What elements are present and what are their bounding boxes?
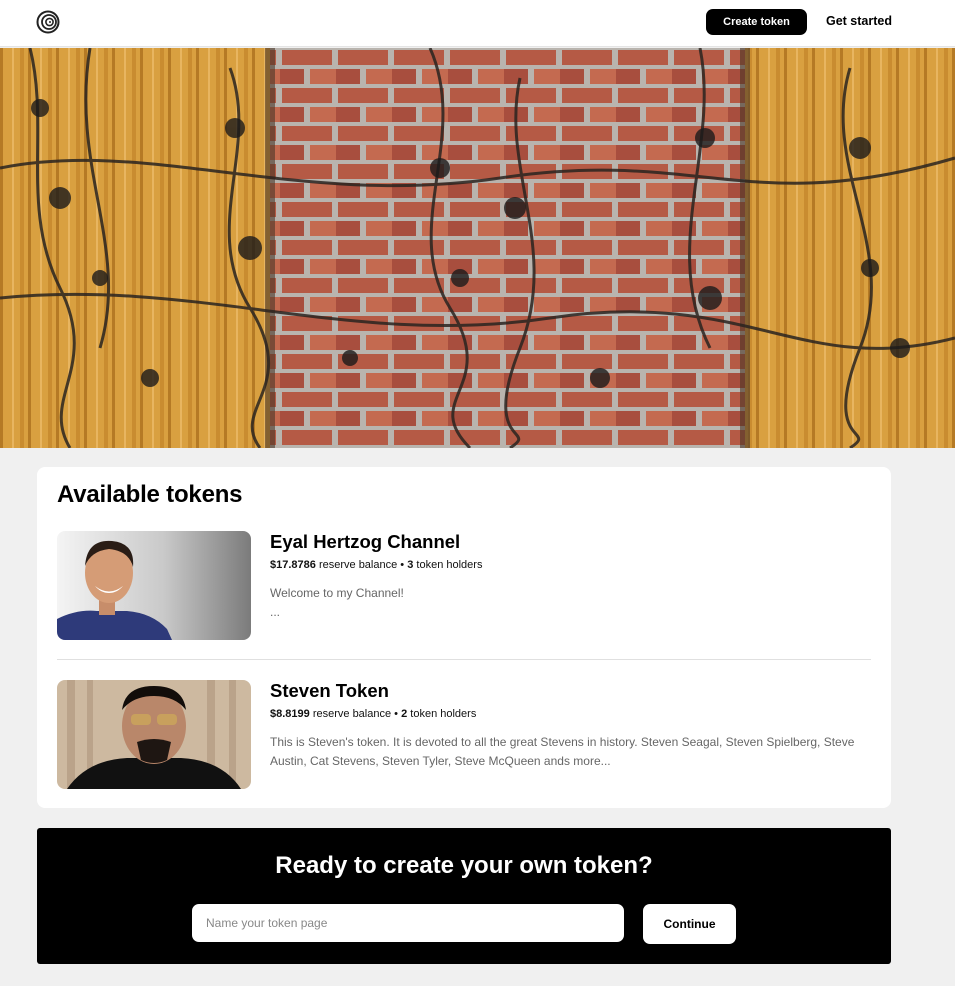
token-description: Welcome to my Channel! ... <box>270 584 870 622</box>
hero-banner-image <box>0 48 955 448</box>
continue-button[interactable]: Continue <box>643 904 736 944</box>
create-token-cta: Ready to create your own token? Continue <box>37 828 891 964</box>
available-tokens-heading: Available tokens <box>57 481 243 508</box>
token-stats: $8.8199 reserve balance • 2 token holder… <box>270 708 476 720</box>
token-name[interactable]: Eyal Hertzog Channel <box>270 531 460 553</box>
get-started-link[interactable]: Get started <box>826 14 892 28</box>
reserve-balance-label: reserve balance <box>318 559 398 571</box>
token-holders-count: 2 <box>401 708 408 720</box>
reserve-balance-label: reserve balance <box>312 708 392 720</box>
token-description-more: ... <box>270 605 281 619</box>
token-description-text: This is Steven's token. It is devoted to… <box>270 735 855 768</box>
divider <box>57 659 871 660</box>
token-holders-label: token holders <box>416 559 483 571</box>
token-thumbnail-image <box>57 531 251 640</box>
token-description-text: Welcome to my Channel! <box>270 586 404 600</box>
token-list-item[interactable]: Eyal Hertzog Channel $17.8786 reserve ba… <box>57 531 871 640</box>
token-list-item[interactable]: Steven Token $8.8199 reserve balance • 2… <box>57 680 871 789</box>
create-token-button[interactable]: Create token <box>706 9 807 35</box>
available-tokens-card: Available tokens Eyal Hertzog Channel $1… <box>37 467 891 808</box>
top-nav-bar: Create token Get started <box>0 0 955 47</box>
token-page-name-input[interactable] <box>192 904 624 942</box>
reserve-balance-value: $17.8786 <box>270 559 316 571</box>
token-description: This is Steven's token. It is devoted to… <box>270 733 870 771</box>
token-stats: $17.8786 reserve balance • 3 token holde… <box>270 559 482 571</box>
reserve-balance-value: $8.8199 <box>270 708 310 720</box>
cta-heading: Ready to create your own token? <box>275 852 653 879</box>
token-name[interactable]: Steven Token <box>270 680 389 702</box>
token-holders-label: token holders <box>410 708 477 720</box>
token-thumbnail-image <box>57 680 251 789</box>
token-holders-count: 3 <box>407 559 414 571</box>
spiral-logo-icon[interactable] <box>36 10 60 34</box>
